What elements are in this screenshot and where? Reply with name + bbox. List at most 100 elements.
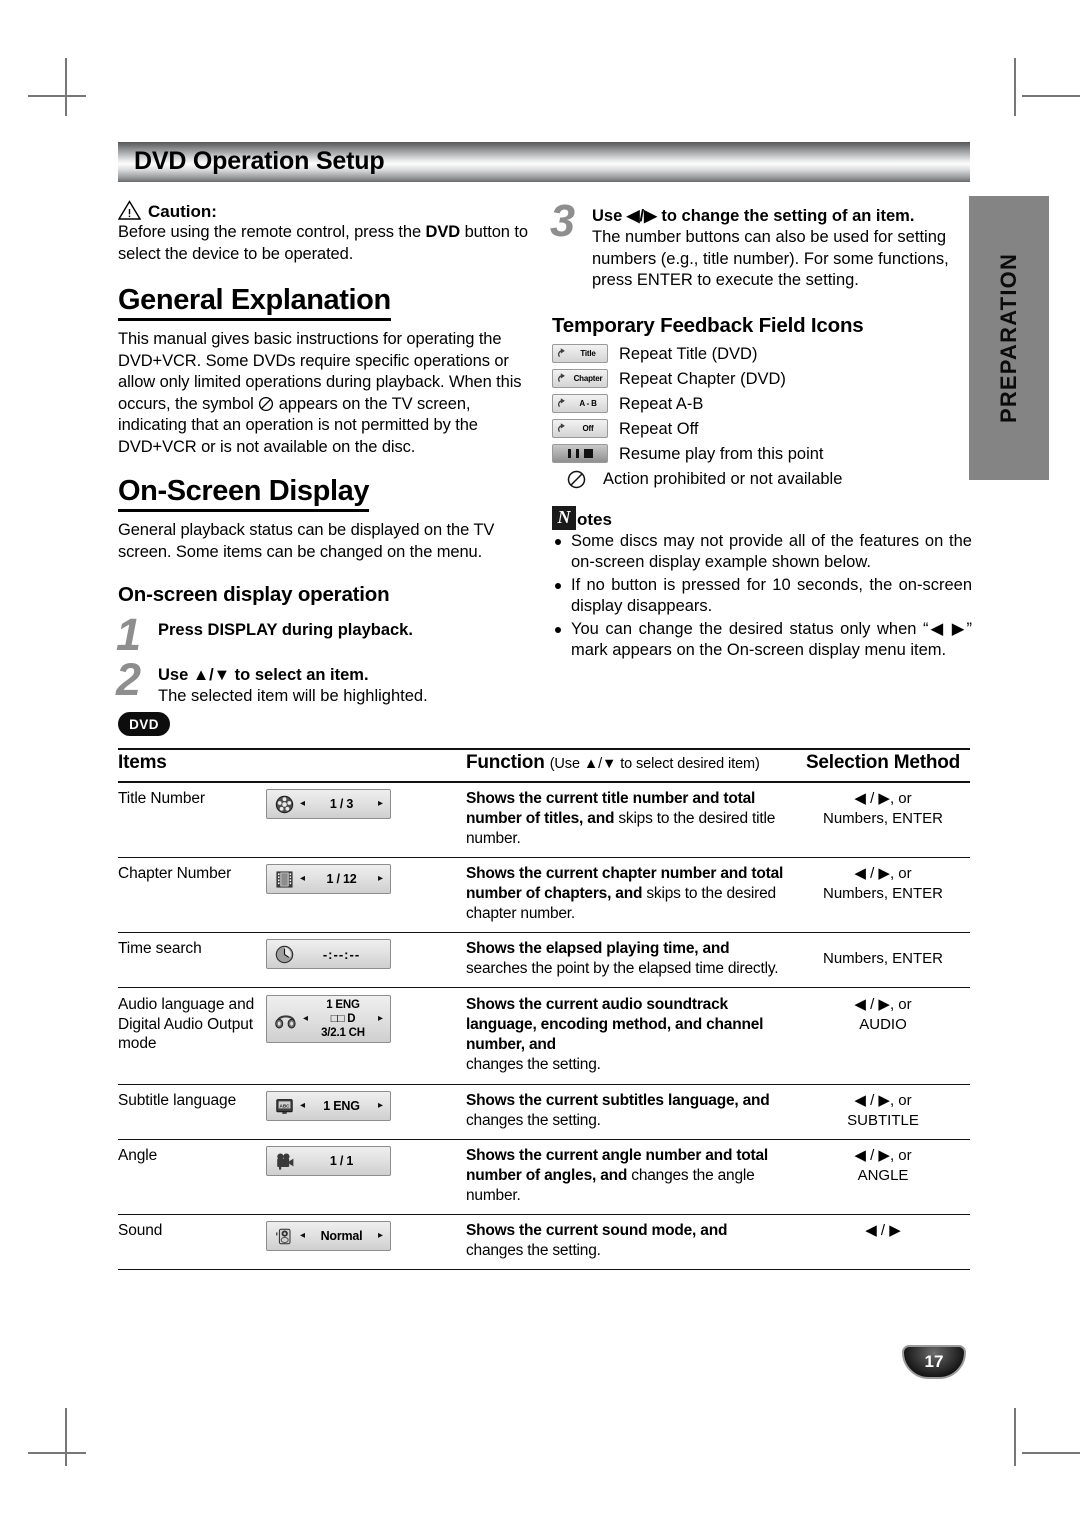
general-explanation-heading: General Explanation	[118, 284, 391, 321]
header-selection-method: Selection Method	[796, 748, 970, 783]
step-3-bold: Use ◀/▶ to change the setting of an item…	[592, 207, 915, 225]
crop-mark-bottom-right-h	[1022, 1452, 1080, 1454]
table-row: Sound ◂ Normal ▸ Shows the current sound…	[118, 1214, 970, 1270]
row-function-normal: changes the setting.	[466, 1056, 601, 1073]
osd-audio-channel-value: 3/2.1 CH	[321, 1027, 365, 1039]
repeat-off-chip-text: Off	[582, 424, 594, 433]
row-selection-angle: ◀ / ▶, or ANGLE	[796, 1139, 970, 1215]
step-2-normal: The selected item will be highlighted.	[158, 687, 428, 705]
page-title-bar: DVD Operation Setup	[118, 142, 970, 182]
feedback-item-repeat-title: Title Repeat Title (DVD)	[552, 344, 972, 364]
osd-left-arrow: ◂	[300, 873, 306, 884]
header-spacer	[266, 748, 466, 783]
feedback-icons-heading: Temporary Feedback Field Icons	[552, 313, 864, 337]
crop-mark-bottom-right-v	[1014, 1408, 1016, 1466]
osd-value-sound: Normal	[320, 1229, 363, 1243]
repeat-chapter-chip: Chapter	[552, 369, 608, 388]
row-function-normal: changes the setting.	[466, 1242, 601, 1259]
row-osd-subtitle-language: ABC ◂ 1 ENG ▸	[266, 1084, 466, 1140]
table-row: Title Number ◂ 1 / 3 ▸ Shows the current…	[118, 782, 970, 858]
repeat-arrow-icon	[558, 398, 565, 408]
osd-chip-audio-language: ◂ 1 ENG □□ D 3/2.1 CH ▸	[266, 995, 391, 1043]
caution-text-part1: Before using the remote control, press t…	[118, 223, 426, 241]
clock-icon	[275, 945, 294, 963]
osd-left-arrow: ◂	[300, 1100, 306, 1111]
repeat-chapter-label: Repeat Chapter (DVD)	[619, 369, 786, 388]
feedback-item-repeat-off: Off Repeat Off	[552, 419, 972, 439]
row-function-bold: Shows the current sound mode, and	[466, 1222, 728, 1239]
row-function-normal: changes the setting.	[466, 1112, 601, 1129]
step-2: 2 Use ▲/▼ to select an item. The selecte…	[116, 657, 538, 708]
pause-stop-icon	[552, 444, 608, 463]
osd-value-time-search: -:--:--	[322, 946, 361, 962]
manual-page: DVD Operation Setup PREPARATION Caution:…	[0, 0, 1080, 1526]
row-selection-title-number: ◀ / ▶, or Numbers, ENTER	[796, 782, 970, 858]
osd-chip-time-search: -:--:--	[266, 939, 391, 969]
speaker-icon	[276, 1228, 291, 1244]
row-function-sound: Shows the current sound mode, and change…	[466, 1214, 796, 1270]
step-2-bold: Use ▲/▼ to select an item.	[158, 666, 369, 684]
osd-value-angle: 1 / 1	[329, 1154, 354, 1168]
crop-mark-top-right-h	[1022, 95, 1080, 97]
feedback-item-repeat-ab: A - B Repeat A-B	[552, 394, 972, 414]
osd-right-arrow: ▸	[377, 873, 383, 884]
crop-mark-top-left-h	[28, 95, 86, 97]
row-item-subtitle-language: Subtitle language	[118, 1084, 266, 1140]
row-selection-sound: ◀ / ▶	[796, 1214, 970, 1270]
row-function-angle: Shows the current angle number and total…	[466, 1139, 796, 1215]
osd-value-title-number: 1 / 3	[329, 797, 354, 811]
osd-operation-heading: On-screen display operation	[118, 583, 390, 606]
table-row: Audio language and Digital Audio Output …	[118, 987, 970, 1085]
pause-bar-right	[575, 449, 579, 458]
repeat-ab-chip-text: A - B	[579, 399, 597, 408]
row-osd-chapter-number: ◂ 1 / 12 ▸	[266, 857, 466, 933]
crop-mark-bottom-left-h	[28, 1452, 86, 1454]
header-function-main: Function	[466, 752, 545, 773]
dvd-badge: DVD	[118, 712, 170, 736]
row-item-sound: Sound	[118, 1214, 266, 1270]
table-row: Time search -:--:-- Shows the elapsed pl…	[118, 932, 970, 988]
row-selection-chapter-number: ◀ / ▶, or Numbers, ENTER	[796, 857, 970, 933]
caution-heading: Caution:	[118, 200, 538, 220]
row-function-time-search: Shows the elapsed playing time, and sear…	[466, 932, 796, 988]
notes-heading-text: otes	[577, 509, 612, 529]
note-item-1: Some discs may not provide all of the fe…	[552, 531, 972, 574]
step-3: 3 Use ◀/▶ to change the setting of an it…	[550, 198, 972, 292]
step-1-number: 1	[116, 609, 142, 660]
row-function-normal: searches the point by the elapsed time d…	[466, 960, 779, 977]
repeat-chapter-chip-text: Chapter	[573, 374, 603, 383]
film-strip-icon	[276, 871, 293, 887]
repeat-off-chip: Off	[552, 419, 608, 438]
osd-audio-encoding-value: □□ D	[330, 1013, 356, 1025]
row-function-audio-language: Shows the current audio soundtrack langu…	[466, 987, 796, 1085]
osd-right-arrow: ▸	[377, 798, 383, 809]
prohibited-label: Action prohibited or not available	[603, 470, 843, 488]
row-function-bold: Shows the current audio soundtrack langu…	[466, 996, 764, 1053]
left-column: Caution: Before using the remote control…	[116, 200, 538, 708]
crop-mark-top-left-v	[65, 58, 67, 116]
row-osd-title-number: ◂ 1 / 3 ▸	[266, 782, 466, 858]
section-tab-preparation: PREPARATION	[969, 196, 1049, 480]
repeat-off-label: Repeat Off	[619, 419, 699, 438]
repeat-ab-chip: A - B	[552, 394, 608, 413]
row-function-bold: Shows the elapsed playing time, and	[466, 940, 730, 957]
row-osd-angle: 1 / 1	[266, 1139, 466, 1215]
osd-left-arrow: ◂	[300, 798, 306, 809]
page-number-badge: 17	[902, 1345, 966, 1379]
osd-chip-title-number: ◂ 1 / 3 ▸	[266, 789, 391, 819]
header-items: Items	[118, 748, 266, 783]
feedback-icons-list: Title Repeat Title (DVD) Chapter Repeat …	[552, 344, 972, 490]
repeat-arrow-icon	[558, 373, 565, 383]
header-function: Function (Use ▲/▼ to select desired item…	[466, 748, 796, 783]
page-title: DVD Operation Setup	[134, 146, 385, 175]
feedback-item-repeat-chapter: Chapter Repeat Chapter (DVD)	[552, 369, 972, 389]
pause-bar-left	[567, 449, 571, 458]
crop-mark-top-right-v	[1014, 58, 1016, 116]
subtitle-icon: ABC	[276, 1098, 293, 1114]
film-reel-icon	[275, 795, 294, 813]
osd-chip-sound: ◂ Normal ▸	[266, 1221, 391, 1251]
caution-label: Caution:	[148, 202, 217, 221]
repeat-title-chip: Title	[552, 344, 608, 363]
feedback-item-prohibited: Action prohibited or not available	[552, 469, 972, 490]
repeat-title-label: Repeat Title (DVD)	[619, 344, 758, 363]
